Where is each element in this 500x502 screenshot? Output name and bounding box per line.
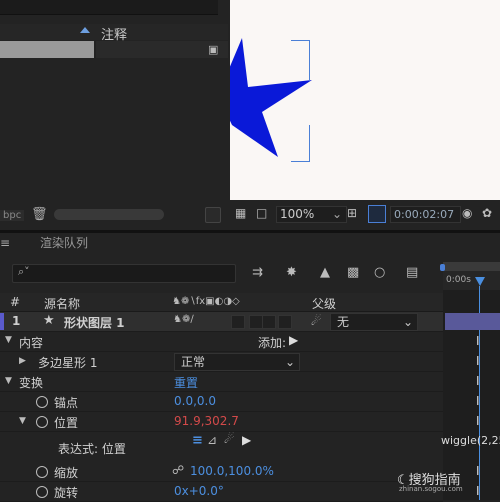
- draft-3d-icon[interactable]: ✸: [286, 265, 297, 280]
- collapse-arrow-icon[interactable]: ▶: [19, 356, 26, 366]
- add-play-icon[interactable]: ▶: [289, 333, 298, 347]
- bpc-toggle[interactable]: bpc: [0, 210, 25, 221]
- anchor-label: 锚点: [54, 396, 79, 410]
- pick-whip-icon[interactable]: ☄: [311, 314, 322, 328]
- expression-enable-icon[interactable]: ≡: [192, 433, 203, 448]
- monitor-icon[interactable]: □: [256, 206, 267, 220]
- motion-blur-icon[interactable]: ○: [374, 265, 385, 280]
- switches-header-icons: ♞❁∖fx▣◐◑◇: [172, 296, 240, 307]
- chevron-down-icon: ⌄: [331, 207, 342, 221]
- anchor-value[interactable]: 0.0,0.0: [174, 394, 216, 408]
- trash-icon[interactable]: 🗑: [31, 207, 48, 222]
- current-time-field[interactable]: 0:00:02:07: [390, 206, 461, 223]
- keyframe-marker[interactable]: I: [476, 464, 480, 478]
- sort-ascending-icon[interactable]: [80, 27, 90, 33]
- chevron-down-icon: ⌄: [284, 355, 295, 369]
- keyframe-marker[interactable]: I: [476, 394, 480, 408]
- horizontal-scrollbar[interactable]: [54, 209, 164, 220]
- blend-mode-dropdown[interactable]: 正常 ⌄: [174, 353, 300, 371]
- tab-render-queue[interactable]: 渲染队列: [40, 234, 88, 251]
- contents-row[interactable]: [0, 332, 443, 352]
- contents-label: 内容: [19, 336, 44, 350]
- rotation-value[interactable]: 0x+0.0°: [174, 484, 224, 498]
- stopwatch-icon[interactable]: [36, 486, 48, 498]
- project-item-selected[interactable]: [0, 41, 94, 58]
- transform-label: 变换: [19, 376, 44, 390]
- flowchart-icon[interactable]: ▣: [208, 43, 218, 56]
- always-preview-icon[interactable]: ▦: [235, 206, 246, 220]
- switch-box-2[interactable]: [249, 315, 263, 329]
- composition-mini-flowchart-icon[interactable]: ⇉: [252, 265, 263, 280]
- search-icon: ⌕˅: [18, 265, 30, 278]
- timeline-graph[interactable]: [443, 262, 500, 500]
- switch-box-3[interactable]: [262, 315, 276, 329]
- layer-switches-icon[interactable]: ♞❁∕: [173, 314, 194, 325]
- expression-text[interactable]: wiggle(2,250: [441, 434, 500, 447]
- scale-label: 缩放: [54, 466, 79, 480]
- position-label: 位置: [54, 416, 79, 430]
- resize-handle-icon[interactable]: [205, 207, 221, 223]
- color-channel-icon[interactable]: ✿: [482, 206, 492, 220]
- layer-label-color[interactable]: [0, 313, 4, 330]
- expression-language-menu-icon[interactable]: ▶: [242, 433, 251, 447]
- expression-label: 表达式: 位置: [58, 442, 126, 456]
- transparency-grid-icon[interactable]: [368, 205, 386, 223]
- parent-value: 无: [337, 315, 350, 329]
- layer-number: 1: [12, 314, 21, 328]
- column-source-name[interactable]: 源名称: [44, 295, 80, 312]
- column-number: #: [10, 295, 21, 309]
- star-shape[interactable]: [230, 0, 500, 200]
- expression-graph-icon[interactable]: ⊿: [207, 433, 217, 447]
- selection-bracket-top: [291, 40, 310, 81]
- composition-viewer[interactable]: [230, 0, 500, 200]
- project-preview-strip: [0, 0, 218, 15]
- keyframe-marker[interactable]: I: [476, 334, 480, 348]
- layer-search-input[interactable]: [12, 264, 236, 283]
- expand-arrow-icon[interactable]: ▼: [19, 416, 26, 426]
- watermark-url: zhinan.sogou.com: [399, 485, 463, 493]
- transform-row[interactable]: [0, 372, 443, 392]
- zoom-dropdown[interactable]: 100% ⌄: [276, 206, 347, 223]
- current-time-indicator[interactable]: [475, 277, 485, 286]
- stopwatch-icon[interactable]: [36, 396, 48, 408]
- selection-bracket-bottom: [291, 125, 310, 162]
- stopwatch-icon[interactable]: [36, 416, 48, 428]
- polystar-label[interactable]: 多边星形 1: [38, 354, 97, 371]
- layer-duration-bar[interactable]: [445, 313, 500, 330]
- position-value[interactable]: 91.9,302.7: [174, 414, 239, 428]
- switch-box-1[interactable]: [231, 315, 245, 329]
- column-parent[interactable]: 父级: [312, 295, 336, 312]
- blend-mode-value: 正常: [181, 355, 206, 369]
- chevron-down-icon: ⌄: [402, 315, 413, 329]
- scale-value[interactable]: 100.0,100.0%: [190, 464, 274, 478]
- work-area-bar[interactable]: [443, 262, 500, 271]
- camera-icon[interactable]: ◉: [462, 206, 472, 220]
- graph-editor-icon[interactable]: ▤: [406, 265, 418, 280]
- switch-box-4[interactable]: [278, 315, 292, 329]
- keyframe-marker[interactable]: I: [476, 374, 480, 388]
- expression-pickwhip-icon[interactable]: ☄: [224, 432, 235, 446]
- work-area-start-handle[interactable]: [440, 264, 445, 271]
- layer-name[interactable]: 形状图层 1: [64, 314, 125, 331]
- shape-layer-star-icon: ★: [43, 313, 55, 328]
- expand-arrow-icon[interactable]: ▼: [5, 335, 12, 345]
- expand-arrow-icon[interactable]: ▼: [5, 376, 12, 386]
- zoom-value: 100%: [280, 207, 315, 221]
- ruler-label: 0:00s: [446, 275, 471, 285]
- stopwatch-icon[interactable]: [36, 466, 48, 478]
- keyframe-marker[interactable]: I: [476, 484, 480, 498]
- frame-blending-icon[interactable]: ▩: [347, 265, 359, 280]
- parent-dropdown[interactable]: 无 ⌄: [330, 313, 418, 331]
- region-grid-icon[interactable]: ⊞: [347, 206, 357, 220]
- rotation-label: 旋转: [54, 486, 79, 500]
- keyframe-marker[interactable]: I: [476, 354, 480, 368]
- add-label[interactable]: 添加:: [258, 334, 286, 351]
- hide-shy-layers-icon[interactable]: ▲: [320, 265, 330, 280]
- keyframe-marker[interactable]: I: [476, 414, 480, 428]
- constrain-proportions-icon[interactable]: ☍: [172, 463, 184, 477]
- reset-link[interactable]: 重置: [174, 374, 198, 391]
- panel-menu-icon[interactable]: ≡: [0, 236, 10, 250]
